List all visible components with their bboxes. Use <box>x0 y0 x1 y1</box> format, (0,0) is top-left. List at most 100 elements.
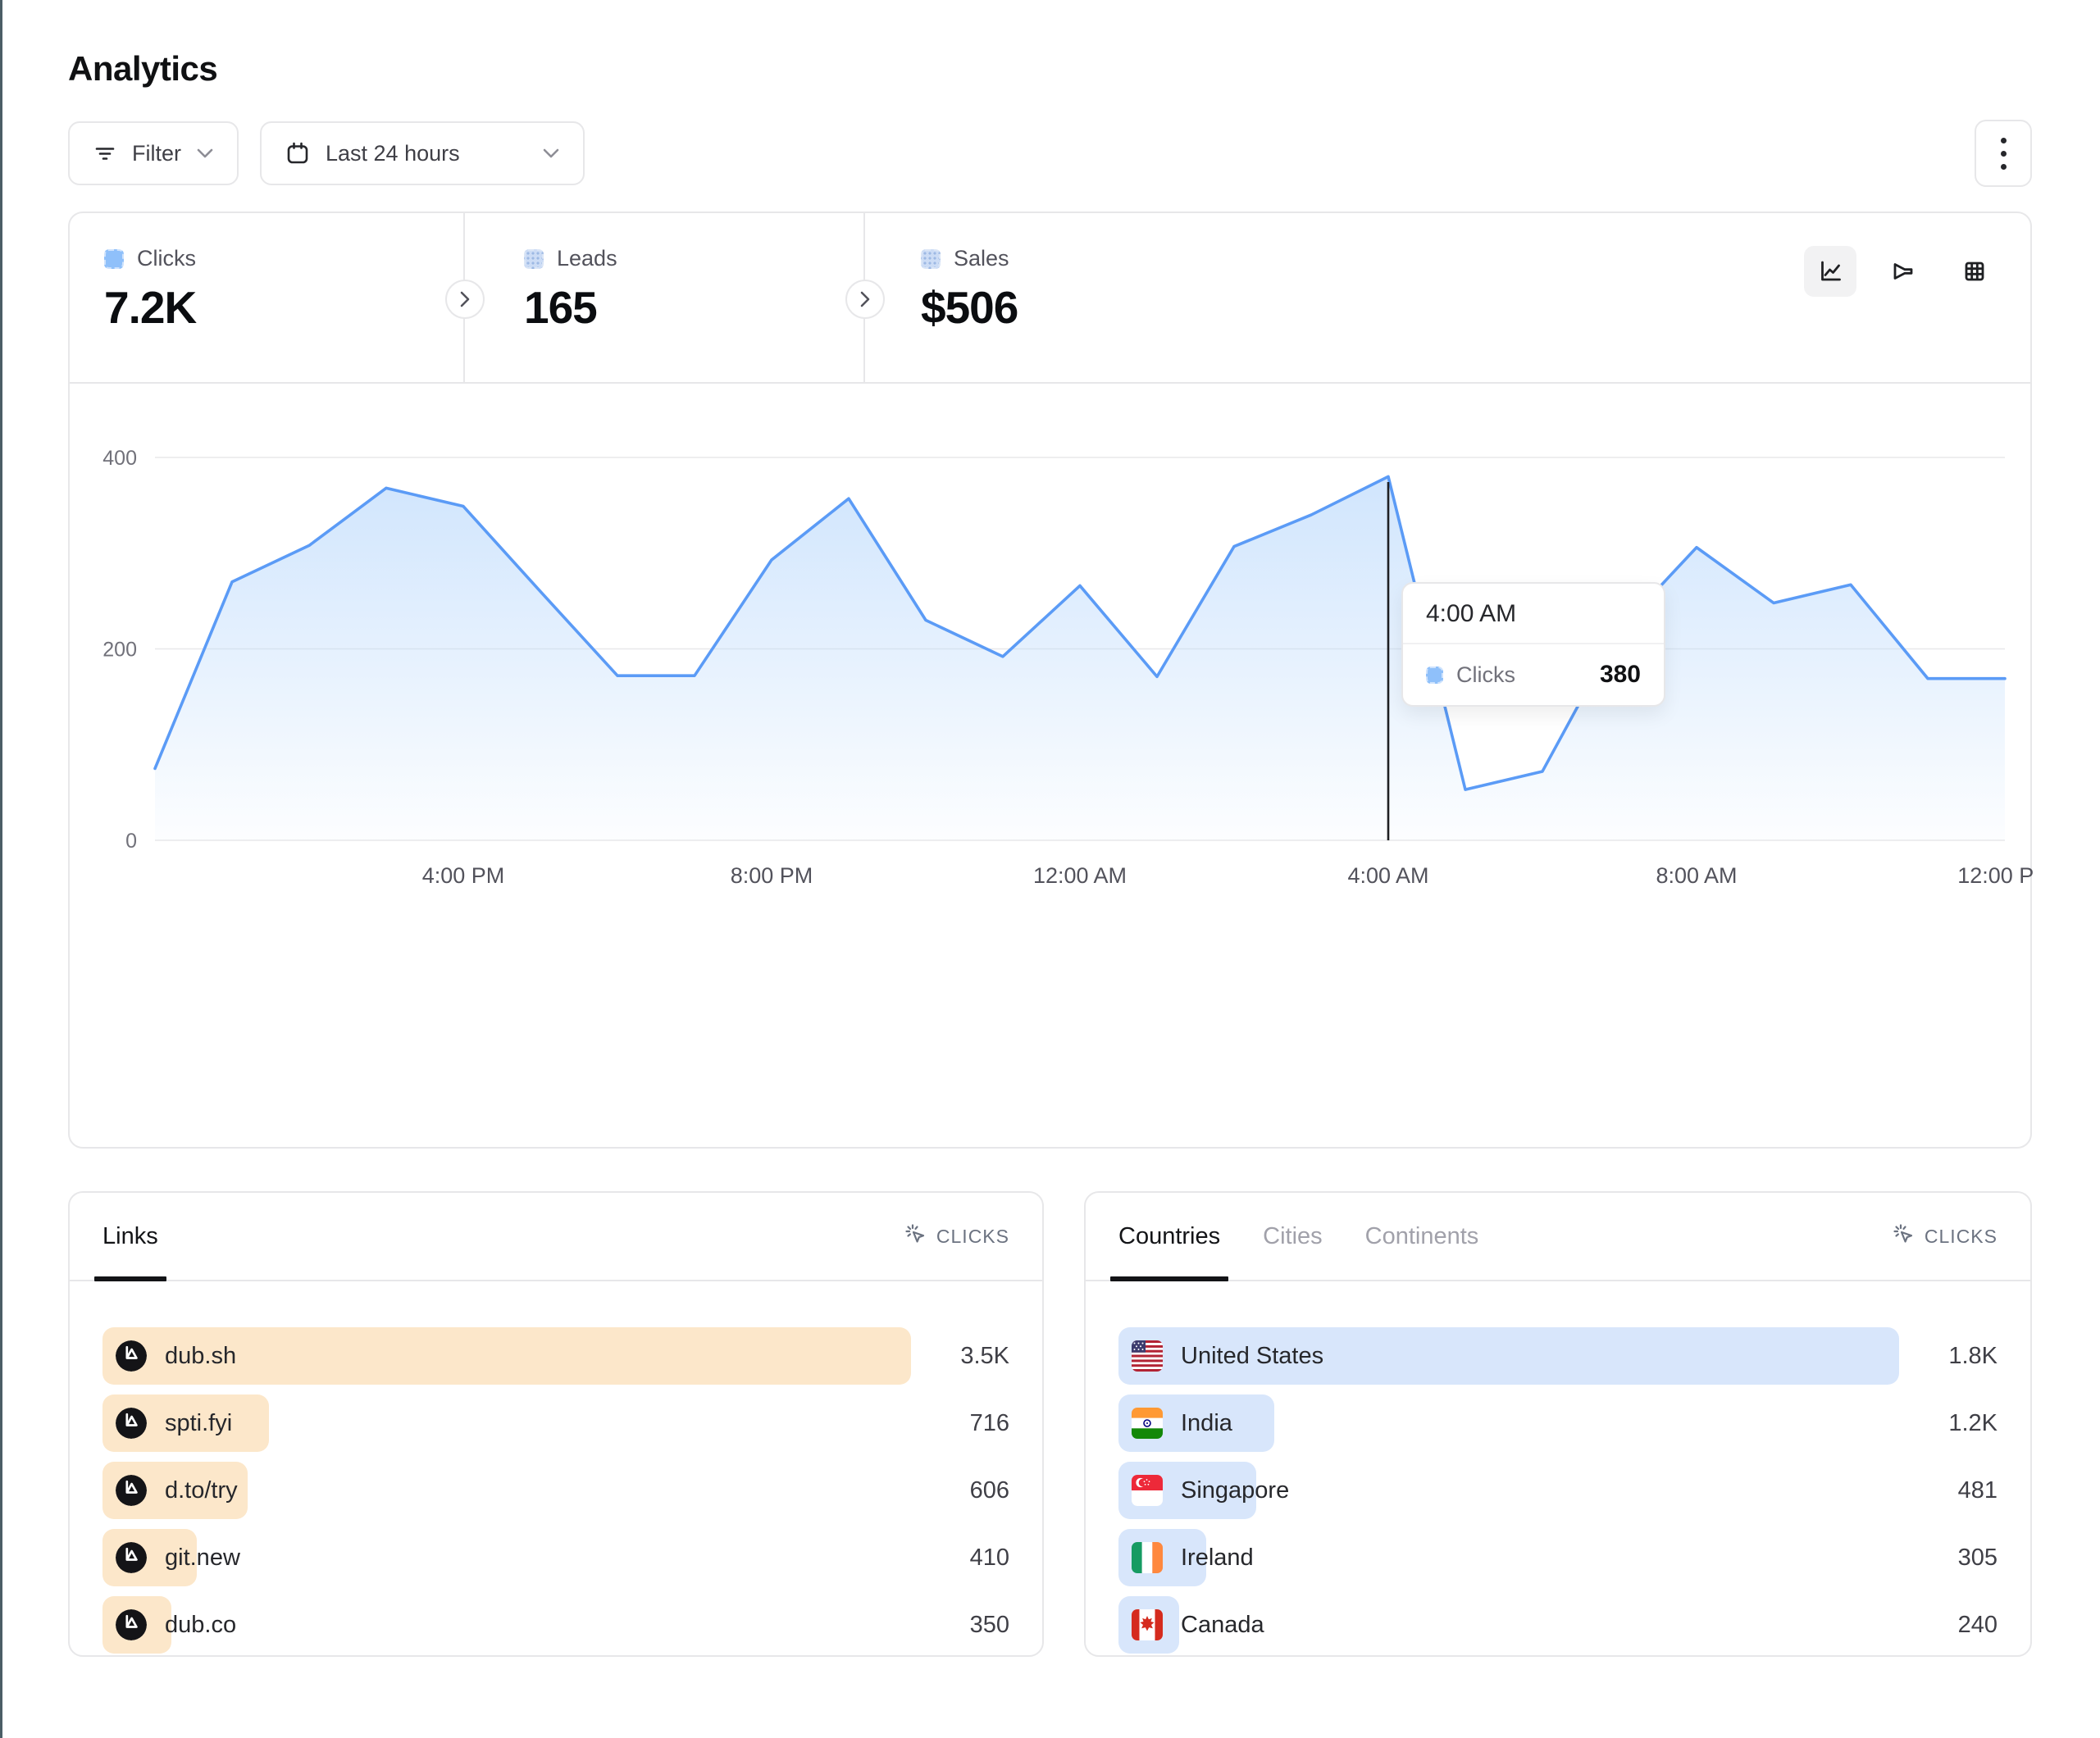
row-value: 240 <box>1919 1612 1998 1639</box>
svg-text:12:00 PM: 12:00 PM <box>1957 863 2034 888</box>
clicks-timeseries-chart[interactable]: 0 200 400 4:00 PM 8:00 PM 12:00 AM 4:00 AM 8:00… <box>70 384 2030 1147</box>
stat-label: Sales <box>954 246 1009 271</box>
chart-plot[interactable]: 0 200 400 4:00 PM 8:00 PM 12:00 AM 4:00 AM 8:00… <box>70 384 2034 1147</box>
svg-text:0: 0 <box>125 830 137 853</box>
tab-leads[interactable]: Leads 165 <box>465 213 865 382</box>
tooltip-series-label: Clicks <box>1456 662 1515 688</box>
kebab-menu-button[interactable] <box>1975 120 2032 187</box>
row-label: dub.sh <box>165 1343 236 1370</box>
dub-link-favicon <box>116 1340 147 1372</box>
clicks-swatch-icon <box>104 249 124 269</box>
svg-text:4:00 AM: 4:00 AM <box>1347 863 1428 888</box>
window-edge <box>0 0 2 1738</box>
dub-link-favicon <box>116 1408 147 1439</box>
table-row[interactable]: Ireland 305 <box>1118 1529 1998 1586</box>
row-label: spti.fyi <box>165 1410 232 1437</box>
row-label: git.new <box>165 1545 240 1572</box>
breakdown-panels: Links CLICKS <box>68 1191 2032 1657</box>
chevron-down-icon <box>196 148 214 159</box>
country-flag-icon <box>1132 1542 1163 1573</box>
sales-swatch-icon <box>921 249 941 269</box>
filter-icon <box>93 141 117 166</box>
tab-clicks[interactable]: Clicks 7.2K <box>70 213 465 382</box>
row-label: Singapore <box>1181 1477 1289 1504</box>
links-metric-selector[interactable]: CLICKS <box>904 1223 1009 1250</box>
expand-clicks-button[interactable] <box>445 280 485 319</box>
stat-label: Clicks <box>137 246 196 271</box>
tab-label: Continents <box>1365 1223 1479 1250</box>
page-title: Analytics <box>68 49 2032 89</box>
table-row[interactable]: dub.co 350 <box>102 1596 1009 1654</box>
links-panel: Links CLICKS <box>68 1191 1044 1657</box>
chart-tooltip: 4:00 AM Clicks 380 <box>1401 582 1665 707</box>
tab-cities[interactable]: Cities <box>1263 1193 1323 1280</box>
table-view-button[interactable] <box>1948 246 2001 297</box>
row-value: 3.5K <box>931 1343 1009 1370</box>
table-row[interactable]: d.to/try 606 <box>102 1462 1009 1519</box>
table-row[interactable]: spti.fyi 716 <box>102 1394 1009 1452</box>
svg-text:8:00 AM: 8:00 AM <box>1656 863 1737 888</box>
filter-button[interactable]: Filter <box>68 121 239 185</box>
country-flag-icon <box>1132 1340 1163 1372</box>
countries-panel-header: Countries Cities Continents <box>1086 1193 2030 1281</box>
svg-text:4:00 PM: 4:00 PM <box>422 863 505 888</box>
table-row[interactable]: United States 1.8K <box>1118 1327 1998 1385</box>
row-label: United States <box>1181 1343 1323 1370</box>
tab-label: Countries <box>1118 1223 1220 1250</box>
svg-text:12:00 AM: 12:00 AM <box>1033 863 1127 888</box>
countries-metric-selector[interactable]: CLICKS <box>1893 1223 1998 1250</box>
date-range-button[interactable]: Last 24 hours <box>260 121 585 185</box>
line-chart-view-button[interactable] <box>1804 246 1856 297</box>
table-row[interactable]: git.new 410 <box>102 1529 1009 1586</box>
countries-panel: Countries Cities Continents <box>1084 1191 2032 1657</box>
table-row[interactable]: dub.sh 3.5K <box>102 1327 1009 1385</box>
country-flag-icon <box>1132 1408 1163 1439</box>
tab-sales[interactable]: Sales $506 <box>865 213 1291 382</box>
table-row[interactable]: India 1.2K <box>1118 1394 1998 1452</box>
analytics-chart-card: Clicks 7.2K Leads 165 Sales $506 <box>68 212 2032 1149</box>
date-range-label: Last 24 hours <box>326 141 527 166</box>
stat-value: 165 <box>524 281 863 334</box>
funnel-view-button[interactable] <box>1876 246 1929 297</box>
tab-links[interactable]: Links <box>102 1193 158 1280</box>
expand-leads-button[interactable] <box>845 280 885 319</box>
svg-text:8:00 PM: 8:00 PM <box>731 863 813 888</box>
svg-text:400: 400 <box>102 447 137 470</box>
country-flag-icon <box>1132 1475 1163 1506</box>
svg-text:200: 200 <box>102 639 137 662</box>
tab-continents[interactable]: Continents <box>1365 1193 1479 1280</box>
table-row[interactable]: Canada 240 <box>1118 1596 1998 1654</box>
toolbar: Filter Last 24 hours <box>68 120 2032 187</box>
row-label: India <box>1181 1410 1232 1437</box>
metric-label: CLICKS <box>936 1226 1009 1248</box>
tooltip-value: 380 <box>1600 661 1641 689</box>
dub-link-favicon <box>116 1475 147 1506</box>
filter-label: Filter <box>132 141 181 166</box>
stat-label: Leads <box>557 246 617 271</box>
row-label: Canada <box>1181 1612 1264 1639</box>
leads-swatch-icon <box>524 249 544 269</box>
row-value: 350 <box>931 1612 1009 1639</box>
row-label: dub.co <box>165 1612 236 1639</box>
tab-countries[interactable]: Countries <box>1118 1193 1220 1280</box>
row-value: 1.8K <box>1919 1343 1998 1370</box>
cursor-click-icon <box>904 1223 927 1250</box>
table-row[interactable]: Singapore 481 <box>1118 1462 1998 1519</box>
links-list: dub.sh 3.5K spti.fyi <box>70 1281 1042 1654</box>
country-flag-icon <box>1132 1609 1163 1640</box>
row-value: 410 <box>931 1545 1009 1572</box>
stat-value: 7.2K <box>104 281 463 334</box>
row-value: 305 <box>1919 1545 1998 1572</box>
tab-label: Cities <box>1263 1223 1323 1250</box>
kebab-dot <box>2001 151 2007 157</box>
tab-label: Links <box>102 1223 158 1250</box>
row-value: 481 <box>1919 1477 1998 1504</box>
row-value: 1.2K <box>1919 1410 1998 1437</box>
analytics-page: Analytics Filter Last 24 hours <box>68 0 2032 1657</box>
row-label: d.to/try <box>165 1477 238 1504</box>
metric-label: CLICKS <box>1925 1226 1998 1248</box>
kebab-dot <box>2001 164 2007 170</box>
row-value: 606 <box>931 1477 1009 1504</box>
clicks-swatch-icon <box>1426 667 1443 684</box>
row-label: Ireland <box>1181 1545 1254 1572</box>
